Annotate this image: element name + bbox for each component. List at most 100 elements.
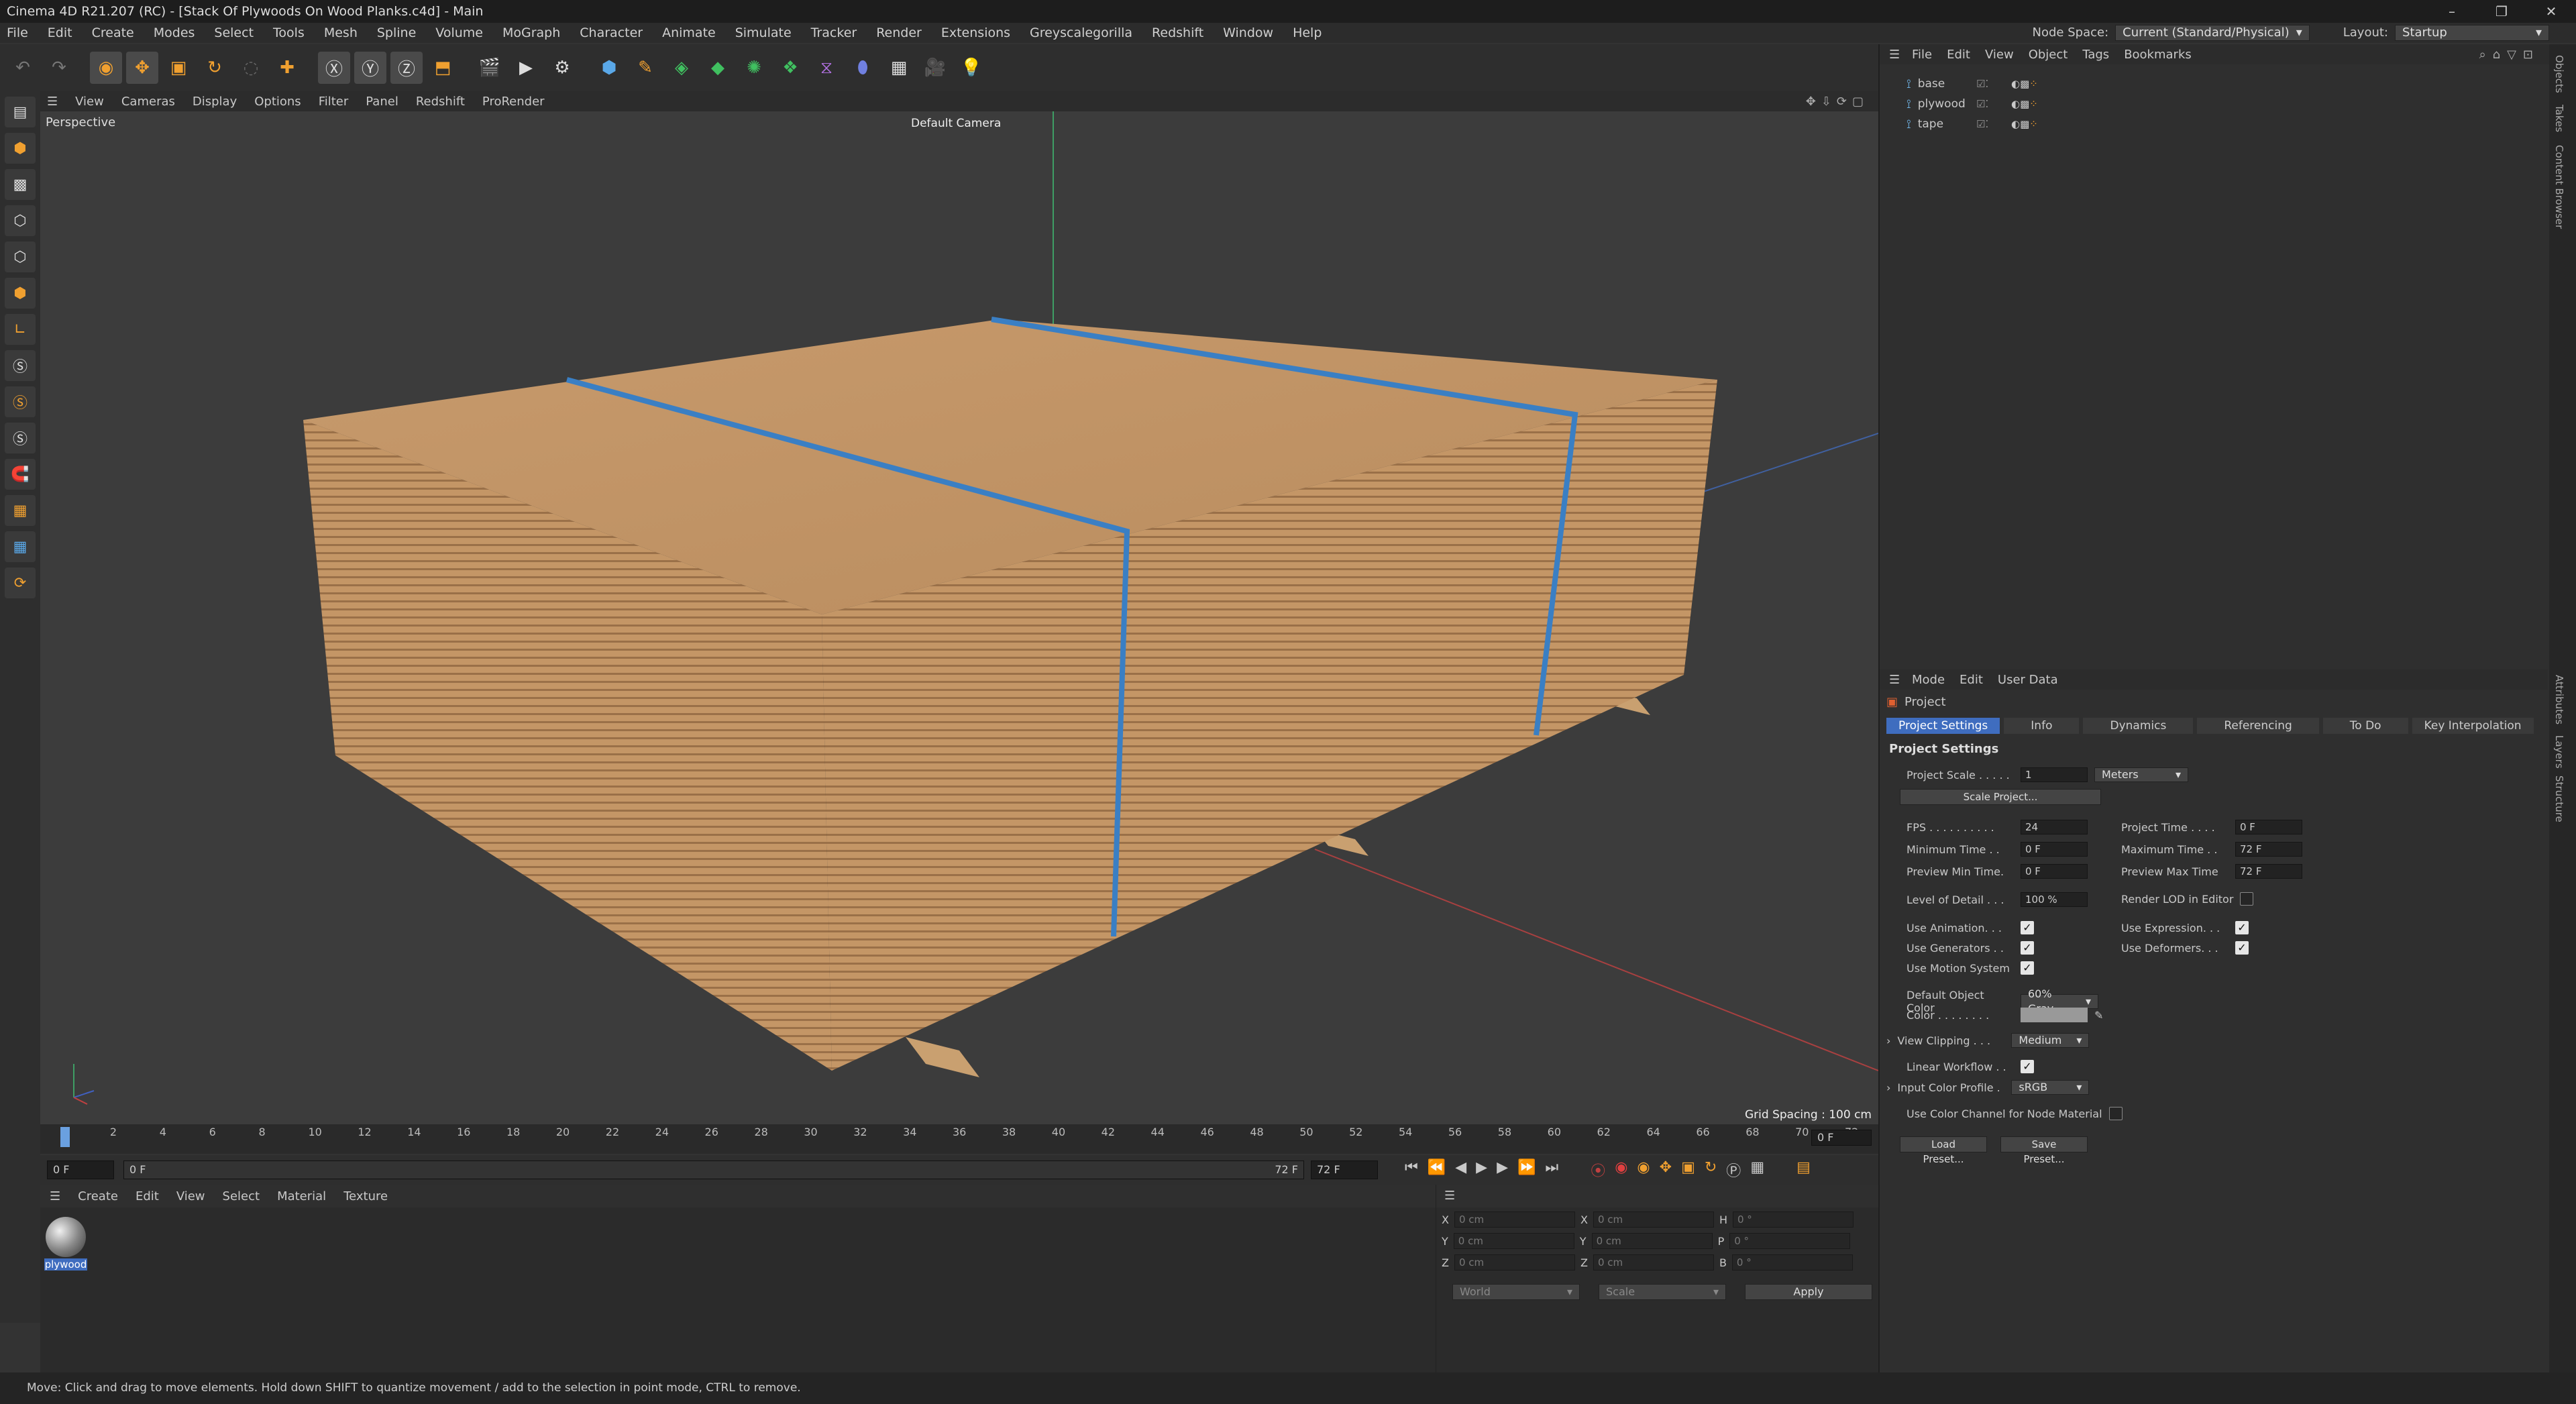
render-settings-icon[interactable]: ⚙ [546,52,578,84]
visibility-flags-icon[interactable]: ☑⁚ [1976,78,1988,90]
side-tab-structure[interactable]: Structure [2553,775,2565,822]
project-scale-input[interactable]: 1 [2021,767,2088,782]
coord-value-input[interactable]: 0 cm [1454,1254,1575,1271]
playhead[interactable] [60,1127,70,1147]
vp-menu-display[interactable]: Display [193,95,237,109]
coord-mode-dropdown[interactable]: Scale ▾ [1599,1284,1726,1300]
view-clipping-dropdown[interactable]: Medium ▾ [2011,1033,2090,1048]
render-region-icon[interactable]: 🎬 [474,52,506,84]
input-color-profile-dropdown[interactable]: sRGB ▾ [2011,1080,2090,1095]
vp-menu-redshift[interactable]: Redshift [416,95,465,109]
keyframe-selection-icon[interactable]: ◉ [1637,1159,1650,1181]
use-expression-checkbox[interactable]: ✓ [2235,921,2249,934]
model-mode-icon[interactable]: ⬢ [5,133,36,164]
layout-dropdown[interactable]: Startup ▾ [2395,25,2549,41]
menu-tracker[interactable]: Tracker [811,23,857,43]
project-scale-unit-dropdown[interactable]: Meters ▾ [2094,767,2188,782]
y-axis-icon[interactable]: Ⓨ [354,52,386,84]
render-view-icon[interactable]: ▶ [510,52,542,84]
menu-mesh[interactable]: Mesh [324,23,358,43]
scale-icon[interactable]: ▣ [162,52,195,84]
tab-project-settings[interactable]: Project Settings [1886,718,2000,734]
menu-greyscalegorilla[interactable]: Greyscalegorilla [1030,23,1132,43]
coord-value-input[interactable]: 0 cm [1454,1211,1575,1228]
menu-animate[interactable]: Animate [662,23,716,43]
next-frame-icon[interactable]: ▶ [1497,1159,1508,1181]
fps-input[interactable]: 24 [2021,820,2088,834]
3d-viewport[interactable]: Perspective Default Camera Grid Spacing … [40,111,1878,1124]
subdivision-icon[interactable]: ◈ [665,52,698,84]
solo-off-icon[interactable]: Ⓢ [5,423,36,453]
coord-value-input[interactable]: 0 cm [1453,1233,1574,1249]
om-search-icons[interactable]: ⌕⌂▽⊡ [2479,48,2540,62]
menu-window[interactable]: Window [1223,23,1273,43]
om-menu-edit[interactable]: Edit [1947,48,1970,62]
hamburger-icon[interactable]: ☰ [1444,1189,1455,1203]
expand-arrow-icon[interactable]: › [1886,1081,1890,1094]
menu-help[interactable]: Help [1293,23,1322,43]
play-icon[interactable]: ▶ [1476,1159,1487,1181]
material-tags-icon[interactable]: ◐▩⁘ [2011,118,2038,130]
minimize-icon[interactable]: – [2427,0,2477,23]
coord-value-input[interactable]: 0 ° [1731,1254,1853,1271]
pen-icon[interactable]: ✎ [629,52,661,84]
material-tags-icon[interactable]: ◐▩⁘ [2011,78,2038,90]
menu-render[interactable]: Render [876,23,922,43]
side-tab-content-browser[interactable]: Content Browser [2553,145,2565,229]
recent-tool-icon[interactable]: ◌ [235,52,267,84]
move-icon[interactable]: ✥ [126,52,158,84]
z-axis-icon[interactable]: Ⓩ [390,52,423,84]
preview-min-input[interactable]: 0 F [2021,864,2088,879]
solo-icon[interactable]: Ⓢ [5,350,36,381]
next-key-icon[interactable]: ⏩ [1517,1159,1536,1181]
add-icon[interactable]: ✚ [271,52,303,84]
close-icon[interactable]: ✕ [2526,0,2576,23]
side-tab-attributes[interactable]: Attributes [2553,675,2565,724]
rotate-icon[interactable]: ↻ [199,52,231,84]
om-menu-view[interactable]: View [1985,48,2014,62]
tab-info[interactable]: Info [2004,718,2080,734]
hamburger-icon[interactable]: ☰ [47,95,58,109]
eyedropper-icon[interactable]: ✎ [2094,1009,2103,1022]
min-time-input[interactable]: 0 F [2021,842,2088,857]
side-tab-objects[interactable]: Objects [2553,55,2565,93]
coord-value-input[interactable]: 0 ° [1732,1211,1854,1228]
use-generators-checkbox[interactable]: ✓ [2021,941,2034,955]
menu-simulate[interactable]: Simulate [735,23,792,43]
light-icon[interactable]: 💡 [955,52,987,84]
coord-value-input[interactable]: 0 cm [1593,1211,1714,1228]
scale-project-button[interactable]: Scale Project... [1900,789,2101,805]
workplane-icon[interactable]: ▦ [5,495,36,526]
current-frame-field[interactable]: 0 F [1811,1130,1872,1146]
object-row-tape[interactable]: ⟟ tape ☑⁚ ◐▩⁘ [1880,114,2548,134]
solo-hierarchy-icon[interactable]: Ⓢ [5,386,36,417]
hamburger-icon[interactable]: ☰ [50,1189,60,1203]
menu-volume[interactable]: Volume [435,23,483,43]
axis-mode-icon[interactable]: ∟ [5,314,36,345]
mograph-icon[interactable]: ❖ [774,52,806,84]
floor-icon[interactable]: ▦ [883,52,915,84]
make-editable-icon[interactable]: ▤ [5,97,36,127]
hamburger-icon[interactable]: ☰ [1889,48,1900,62]
vp-menu-cameras[interactable]: Cameras [121,95,175,109]
start-frame-field[interactable]: 0 F [47,1160,114,1179]
menu-create[interactable]: Create [92,23,134,43]
world-coords-icon[interactable]: ⬒ [427,52,459,84]
om-menu-tags[interactable]: Tags [2082,48,2109,62]
maximize-icon[interactable]: ❐ [2477,0,2526,23]
lock-workplane-icon[interactable]: ⟳ [5,568,36,598]
hamburger-icon[interactable]: ☰ [1889,673,1900,687]
use-animation-checkbox[interactable]: ✓ [2021,921,2034,934]
om-menu-file[interactable]: File [1912,48,1932,62]
tab-key-interpolation[interactable]: Key Interpolation [2412,718,2534,734]
deformer-icon[interactable]: ⧖ [810,52,843,84]
menu-spline[interactable]: Spline [377,23,416,43]
field-icon[interactable]: ⬮ [847,52,879,84]
color-swatch[interactable] [2021,1008,2088,1022]
key-scale-icon[interactable]: ▣ [1681,1159,1695,1181]
mat-menu-select[interactable]: Select [223,1189,260,1203]
mat-menu-create[interactable]: Create [78,1189,118,1203]
timeline-window-icon[interactable]: ▤ [1796,1159,1811,1181]
node-space-dropdown[interactable]: Current (Standard/Physical) ▾ [2115,25,2310,41]
am-menu-mode[interactable]: Mode [1912,673,1945,687]
